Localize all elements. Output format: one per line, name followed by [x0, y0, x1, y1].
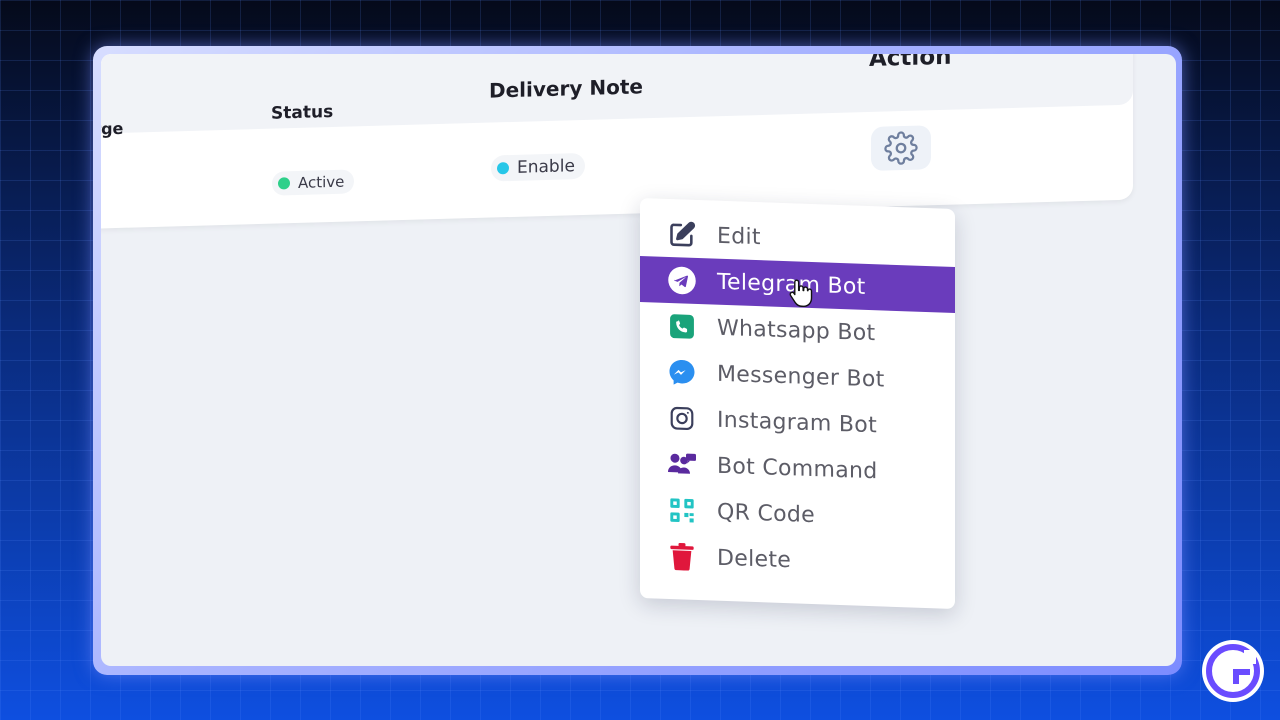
telegram-icon: [667, 265, 697, 296]
g-logo-icon: [1202, 640, 1264, 702]
menu-item-label: QR Code: [717, 499, 816, 528]
status-badge-label: Active: [298, 172, 345, 192]
column-header-delivery-note[interactable]: Delivery Note: [489, 74, 643, 102]
data-table: narge Status Delivery Note Action Active…: [101, 54, 1133, 230]
status-badge: Active: [272, 169, 355, 196]
column-header-charge[interactable]: narge: [101, 119, 123, 139]
instagram-icon: [667, 403, 697, 434]
trash-icon: [667, 541, 697, 572]
menu-item-label: Edit: [717, 223, 761, 250]
qr-code-icon: [667, 495, 697, 526]
delivery-note-dot: [497, 162, 509, 175]
bot-command-icon: [667, 449, 697, 480]
app-window: narge Status Delivery Note Action Active…: [101, 54, 1176, 666]
whatsapp-icon: [667, 311, 697, 342]
delivery-note-badge-label: Enable: [517, 156, 575, 178]
action-dropdown-menu: Edit Telegram Bot Whatsapp Bot Messenger…: [640, 198, 955, 610]
action-settings-button[interactable]: [871, 125, 931, 171]
menu-item-label: Whatsapp Bot: [717, 315, 876, 346]
status-dot: [278, 177, 290, 190]
menu-item-label: Delete: [717, 545, 792, 573]
menu-item-label: Bot Command: [717, 453, 878, 484]
messenger-icon: [667, 357, 697, 388]
hand-pointer-cursor-icon: [789, 279, 813, 308]
delivery-note-badge: Enable: [491, 152, 585, 182]
gear-icon: [884, 131, 918, 165]
menu-item-label: Messenger Bot: [717, 361, 885, 393]
edit-icon: [667, 219, 697, 250]
column-header-status[interactable]: Status: [271, 102, 333, 124]
menu-item-label: Instagram Bot: [717, 407, 877, 438]
menu-item-delete[interactable]: Delete: [640, 532, 955, 589]
column-header-action[interactable]: Action: [869, 54, 952, 72]
